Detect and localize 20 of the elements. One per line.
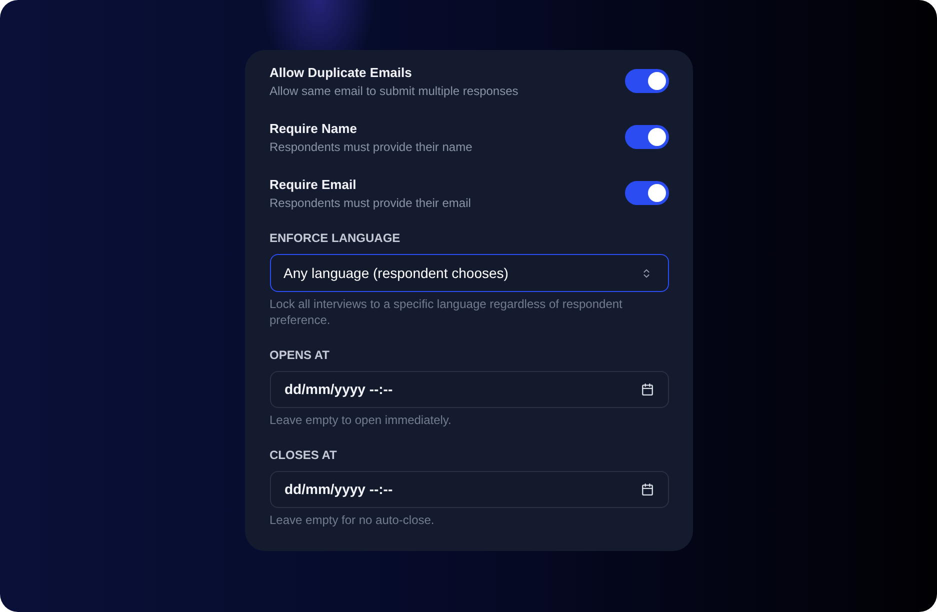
calendar-icon[interactable] bbox=[640, 483, 654, 496]
field-label: CLOSES AT bbox=[270, 447, 338, 463]
date-time-field[interactable]: dd/mm/yyyy --:-- bbox=[270, 471, 668, 508]
setting-description: Respondents must provide their name bbox=[270, 139, 472, 155]
field-label: OPENS AT bbox=[270, 347, 331, 363]
toggle-switch[interactable] bbox=[624, 125, 668, 149]
toggle-switch[interactable] bbox=[624, 69, 668, 93]
field-label: ENFORCE LANGUAGE bbox=[270, 230, 402, 246]
toggle-switch[interactable] bbox=[624, 181, 668, 205]
help-text: Leave empty to open immediately. bbox=[270, 412, 452, 428]
setting-title: Require Name bbox=[270, 120, 358, 138]
setting-description: Allow same email to submit multiple responses bbox=[270, 83, 518, 99]
help-text: Lock all interviews to a specific language regardless of respondent preference. bbox=[270, 296, 624, 328]
setting-description: Respondents must provide their email bbox=[270, 195, 471, 211]
calendar-icon[interactable] bbox=[640, 383, 654, 396]
help-text: Leave empty for no auto-close. bbox=[270, 512, 436, 528]
setting-title: Allow Duplicate Emails bbox=[270, 64, 413, 82]
language-select[interactable]: Any language (respondent chooses) bbox=[270, 254, 668, 292]
date-time-field[interactable]: dd/mm/yyyy --:-- bbox=[270, 371, 668, 408]
setting-title: Require Email bbox=[270, 176, 358, 194]
